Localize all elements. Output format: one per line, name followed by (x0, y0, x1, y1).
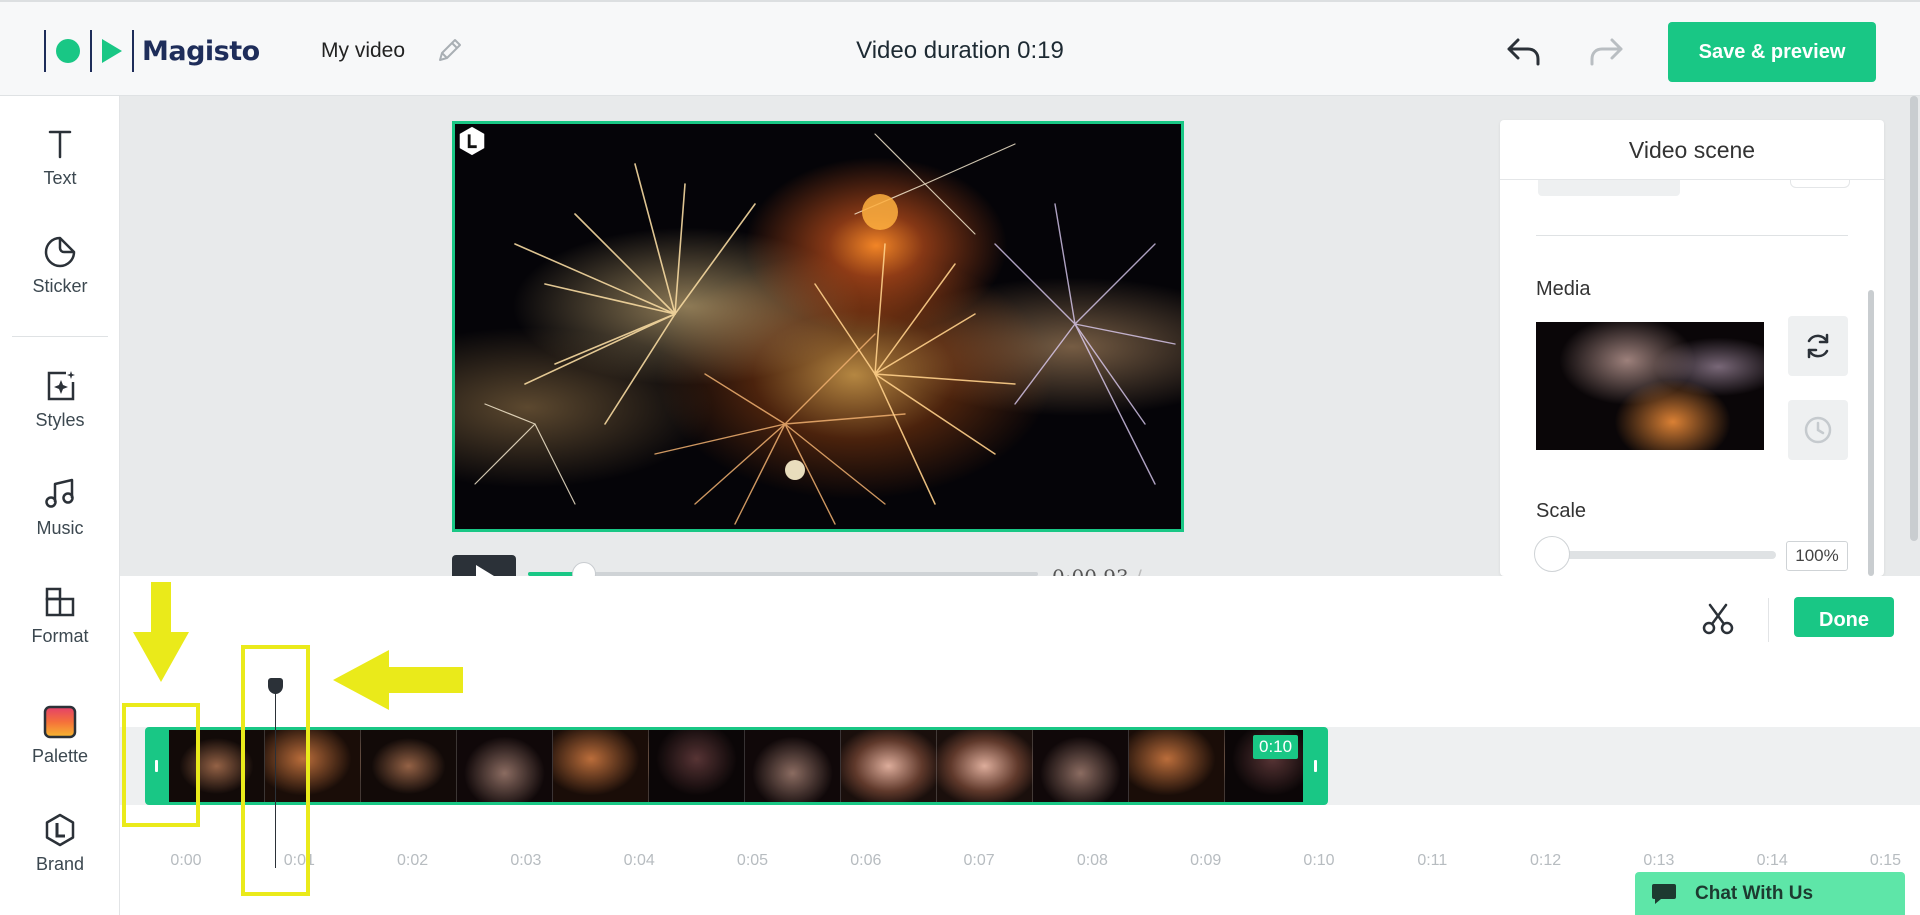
redo-icon[interactable] (1586, 32, 1626, 70)
video-duration: Video duration 0:19 (856, 37, 1064, 64)
panel-tab[interactable] (1538, 180, 1680, 196)
arrow-left-icon (333, 650, 463, 710)
clip-frame-thumbnail (553, 730, 649, 802)
sidebar-item-label: Text (43, 168, 77, 188)
timeline-tick-label: 0:03 (510, 852, 542, 869)
sidebar-item-styles[interactable]: Styles (0, 368, 120, 431)
clip-frame-thumbnail (745, 730, 841, 802)
video-player-controls: 0:00.93 / 0:19 (452, 555, 1184, 577)
panel-tab[interactable] (1790, 180, 1850, 188)
save-preview-button[interactable]: Save & preview (1668, 22, 1876, 82)
timeline-tick-label: 0:07 (963, 852, 995, 869)
clip-frame-thumbnail (649, 730, 745, 802)
timeline-tick-label: 0:04 (623, 852, 655, 869)
timeline-tick-label: 0:05 (736, 852, 769, 869)
scale-slider-thumb[interactable] (1534, 536, 1570, 572)
highlight-box-playhead (241, 645, 310, 896)
play-button[interactable] (452, 555, 516, 577)
timeline-tick-label: 0:02 (397, 852, 429, 869)
timeline-tick-label: 0:00 (170, 852, 202, 869)
arrow-down-icon (133, 582, 189, 682)
timeline-toolbar-divider (1768, 598, 1769, 642)
brand-icon (45, 813, 75, 847)
scissors-icon[interactable] (1700, 601, 1736, 637)
fireworks-image (474, 133, 1176, 525)
page-scrollbar[interactable] (1910, 96, 1918, 541)
timeline-tick-label: 0:09 (1190, 852, 1222, 869)
sidebar-item-label: Styles (35, 410, 85, 430)
palette-icon (43, 705, 77, 739)
panel-scrollbar[interactable] (1868, 290, 1874, 576)
clip-duration-badge: 0:10 (1253, 735, 1299, 759)
scale-label: Scale (1536, 500, 1587, 522)
clip-frame-thumbnail (841, 730, 937, 802)
media-label: Media (1536, 278, 1591, 300)
timeline-tick-label: 0:10 (1303, 852, 1335, 869)
music-icon (45, 478, 74, 508)
player-progress-thumb[interactable] (572, 562, 597, 577)
highlight-box-trim-handle (122, 703, 200, 827)
video-scene-panel: Video scene Media Scale 100% (1500, 120, 1884, 576)
top-bar: Magisto My video Video duration 0:19 Sav… (0, 0, 1920, 96)
clock-icon (1804, 416, 1832, 444)
brand-watermark-icon (459, 126, 485, 156)
timeline-tick-label: 0:13 (1643, 852, 1675, 869)
clip-frame-thumbnail (1033, 730, 1129, 802)
sidebar-item-label: Music (36, 518, 84, 538)
video-clip[interactable]: 0:10 (145, 727, 1328, 805)
styles-icon (47, 371, 75, 401)
trim-time-button[interactable] (1788, 400, 1848, 460)
scale-slider-track[interactable] (1548, 551, 1776, 559)
sidebar-item-label: Format (31, 626, 89, 646)
clip-frame-thumbnail (361, 730, 457, 802)
done-button[interactable]: Done (1794, 597, 1894, 637)
chat-label: Chat With Us (1695, 882, 1814, 904)
tools-sidebar: Text Sticker Styles Music Format Palette… (0, 96, 120, 915)
sidebar-item-palette[interactable]: Palette (0, 704, 120, 767)
clip-frame-thumbnail (457, 730, 553, 802)
sidebar-item-format[interactable]: Format (0, 584, 120, 647)
replace-media-button[interactable] (1788, 316, 1848, 376)
timeline-tick-label: 0:11 (1417, 852, 1448, 869)
sticker-icon (44, 236, 76, 268)
clip-trim-handle-right[interactable] (1304, 727, 1328, 805)
clip-frame-thumbnail (937, 730, 1033, 802)
sidebar-item-label: Brand (35, 854, 85, 874)
scale-value-input[interactable]: 100% (1786, 541, 1848, 571)
sidebar-item-label: Sticker (32, 276, 88, 296)
refresh-icon (1807, 333, 1829, 359)
sidebar-divider (12, 336, 108, 337)
chat-bubble-icon (1652, 883, 1676, 904)
undo-icon[interactable] (1504, 32, 1544, 70)
timeline-tick-label: 0:15 (1869, 852, 1902, 869)
timeline-tick-label: 0:14 (1756, 852, 1788, 869)
sidebar-item-music[interactable]: Music (0, 476, 120, 539)
timeline-tick-label: 0:12 (1530, 852, 1562, 869)
panel-title: Video scene (1500, 120, 1884, 180)
sidebar-item-sticker[interactable]: Sticker (0, 234, 120, 297)
clip-frame-thumbnail (1129, 730, 1225, 802)
clip-frames (169, 730, 1303, 802)
format-icon (45, 587, 75, 617)
panel-divider (1536, 235, 1848, 236)
timeline-tick-label: 0:08 (1076, 852, 1108, 869)
sidebar-item-text[interactable]: Text (0, 126, 120, 189)
text-icon (48, 130, 72, 159)
video-preview[interactable] (452, 121, 1184, 532)
chat-with-us-button[interactable]: Chat With Us (1635, 872, 1905, 915)
sidebar-item-brand[interactable]: Brand (0, 812, 120, 875)
timeline-tick-label: 0:06 (850, 852, 882, 869)
media-thumbnail[interactable] (1536, 322, 1764, 450)
sidebar-item-label: Palette (31, 746, 89, 766)
